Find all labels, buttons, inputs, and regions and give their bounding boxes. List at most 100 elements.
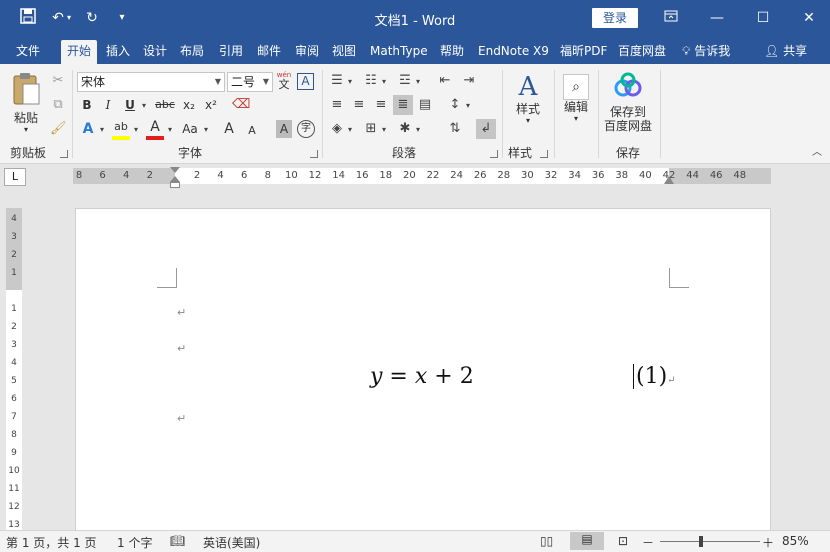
tab-design[interactable]: 设计 (139, 40, 171, 64)
increase-indent-icon[interactable]: ⇥ (460, 72, 478, 90)
borders-dropdown-icon[interactable]: ▾ (380, 121, 388, 139)
tab-home[interactable]: 开始 (61, 40, 97, 64)
collapse-ribbon-icon[interactable]: ︿ (810, 144, 824, 162)
chinese-layout-icon[interactable]: ✱ (396, 120, 414, 138)
clear-formatting-icon[interactable]: ⌫ (232, 96, 250, 114)
print-layout-icon[interactable]: ▤ (570, 532, 604, 550)
highlight-button[interactable]: ab (112, 118, 130, 140)
numbering-dropdown-icon[interactable]: ▾ (380, 73, 388, 91)
tab-layout[interactable]: 布局 (176, 40, 208, 64)
phonetic-guide-button[interactable]: wén 文 (276, 70, 292, 92)
font-name-select[interactable]: 宋体 ▼ (77, 72, 225, 92)
tab-review[interactable]: 审阅 (291, 40, 323, 64)
zoom-in-button[interactable]: ＋ (762, 534, 774, 551)
language-indicator[interactable]: 英语(美国) (203, 534, 260, 551)
tab-help[interactable]: 帮助 (436, 40, 468, 64)
change-case-dropdown-icon[interactable]: ▾ (202, 121, 210, 139)
ribbon-display-options-icon[interactable] (648, 0, 694, 36)
bullets-dropdown-icon[interactable]: ▾ (346, 73, 354, 91)
tab-mathtype[interactable]: MathType (366, 40, 432, 64)
zoom-level[interactable]: 85% (782, 534, 809, 548)
login-button[interactable]: 登录 (592, 8, 638, 28)
character-border-button[interactable]: A (297, 73, 314, 90)
shading-dropdown-icon[interactable]: ▾ (346, 121, 354, 139)
tab-insert[interactable]: 插入 (102, 40, 134, 64)
horizontal-ruler[interactable]: 8 6 4 2 2 4 6 8 10 12 14 16 18 20 22 24 26 28 30 32 34 36 38 40… (73, 167, 771, 188)
multilevel-list-dropdown-icon[interactable]: ▾ (414, 73, 422, 91)
grow-font-button[interactable]: A (222, 120, 236, 138)
underline-dropdown-icon[interactable]: ▾ (140, 97, 148, 115)
editing-dropdown-icon[interactable]: ▾ (558, 114, 594, 124)
tab-selector[interactable]: L (4, 168, 26, 186)
equation-number[interactable]: (1)↵ (633, 364, 676, 389)
tab-view[interactable]: 视图 (328, 40, 360, 64)
zoom-out-button[interactable]: － (642, 534, 654, 551)
enclose-characters-button[interactable]: 字 (297, 120, 315, 138)
tab-endnote[interactable]: EndNote X9 (474, 40, 553, 64)
tab-foxit-pdf[interactable]: 福昕PDF (556, 40, 611, 64)
maximize-icon[interactable]: ☐ (740, 0, 786, 36)
paste-button[interactable]: 粘贴 ▾ (8, 72, 44, 140)
numbering-icon[interactable]: ☷ (362, 72, 380, 90)
styles-dropdown-icon[interactable]: ▾ (508, 116, 548, 126)
text-effects-dropdown-icon[interactable]: ▾ (98, 121, 106, 139)
save-to-baidu-button[interactable]: 保存到 百度网盘 (600, 72, 656, 140)
paste-dropdown-icon[interactable]: ▾ (8, 125, 44, 135)
borders-icon[interactable]: ⊞ (362, 120, 380, 138)
font-launcher-icon[interactable] (310, 150, 318, 158)
highlight-dropdown-icon[interactable]: ▾ (132, 121, 140, 139)
editing-button[interactable]: ⌕ 编辑 ▾ (558, 72, 594, 140)
shading-icon[interactable]: ◈ (328, 120, 346, 138)
zoom-slider-thumb[interactable] (699, 536, 703, 547)
paragraph-launcher-icon[interactable] (490, 150, 498, 158)
font-color-button[interactable]: A (146, 118, 164, 140)
tell-me-search[interactable]: 💡︎ 告诉我 (682, 40, 730, 64)
word-count[interactable]: 1 个字 (117, 534, 152, 551)
web-layout-icon[interactable]: ⊡ (618, 534, 628, 548)
character-shading-button[interactable]: A (276, 120, 292, 138)
align-center-icon[interactable]: ≡ (350, 96, 368, 114)
align-left-icon[interactable]: ≡ (328, 96, 346, 114)
sort-icon[interactable]: ⇅ (446, 120, 464, 138)
left-indent-marker[interactable] (170, 182, 180, 188)
vertical-ruler[interactable]: 4 3 2 1 1 2 3 4 5 6 7 8 9 10 11 12 13 (6, 208, 22, 530)
proofing-icon[interactable]: 📖︎ (170, 534, 185, 548)
tab-references[interactable]: 引用 (215, 40, 247, 64)
strikethrough-button[interactable]: abc (152, 96, 178, 114)
align-right-icon[interactable]: ≡ (372, 96, 390, 114)
change-case-button[interactable]: Aa (180, 120, 200, 138)
tab-file[interactable]: 文件 (12, 40, 44, 64)
distributed-icon[interactable]: ▤ (416, 96, 434, 114)
line-spacing-icon[interactable]: ↕ (446, 96, 464, 114)
font-color-dropdown-icon[interactable]: ▾ (166, 121, 174, 139)
chinese-layout-dropdown-icon[interactable]: ▾ (414, 121, 422, 139)
bold-button[interactable]: B (79, 96, 95, 114)
line-spacing-dropdown-icon[interactable]: ▾ (464, 97, 472, 115)
page-count[interactable]: 第 1 页，共 1 页 (6, 534, 97, 551)
math-equation[interactable]: y = x + 2 (370, 364, 474, 389)
right-indent-marker[interactable] (664, 176, 674, 184)
read-mode-icon[interactable]: ▯▯ (540, 534, 553, 548)
close-icon[interactable]: ✕ (786, 0, 830, 36)
format-painter-icon[interactable]: 🖌︎ (50, 120, 67, 138)
italic-button[interactable]: I (100, 96, 116, 114)
underline-button[interactable]: U (122, 96, 138, 114)
tab-baidu-netdisk[interactable]: 百度网盘 (614, 40, 670, 64)
tab-mailings[interactable]: 邮件 (253, 40, 285, 64)
font-size-select[interactable]: 二号 ▼ (227, 72, 273, 92)
decrease-indent-icon[interactable]: ⇤ (436, 72, 454, 90)
share-button[interactable]: 👤︎ 共享 (764, 40, 807, 64)
copy-icon[interactable]: ⧉ (50, 96, 66, 114)
justify-icon[interactable]: ≣ (393, 95, 413, 115)
bullets-icon[interactable]: ☰ (328, 72, 346, 90)
show-hide-marks-icon[interactable]: ↲ (476, 119, 496, 139)
clipboard-launcher-icon[interactable] (60, 150, 68, 158)
cut-icon[interactable]: ✂ (50, 72, 66, 90)
subscript-button[interactable]: x₂ (180, 96, 198, 114)
text-effects-button[interactable]: A (79, 120, 97, 138)
zoom-slider[interactable] (660, 541, 760, 542)
styles-button[interactable]: A 样式 ▾ (508, 72, 548, 140)
superscript-button[interactable]: x² (202, 96, 220, 114)
styles-launcher-icon[interactable] (540, 150, 548, 158)
shrink-font-button[interactable]: A (246, 122, 258, 140)
